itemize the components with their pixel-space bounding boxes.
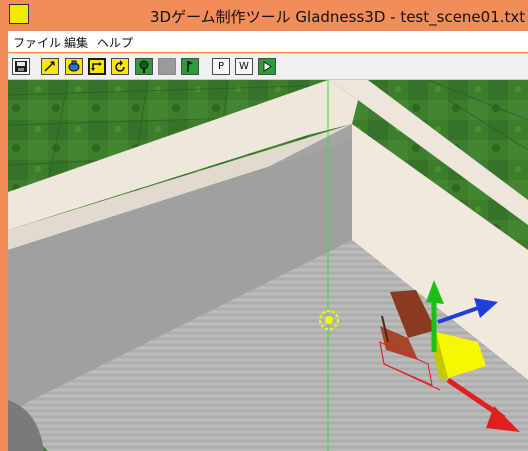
menu-edit[interactable]: 編集 xyxy=(64,34,88,51)
title-bar[interactable]: 3Dゲーム制作ツール Gladness3D - test_scene01.txt xyxy=(0,0,528,31)
rotate-icon xyxy=(112,59,128,74)
menu-bar: ファイル 編集 ヘルプ xyxy=(8,31,528,52)
window-title: 3Dゲーム制作ツール Gladness3D - test_scene01.txt xyxy=(150,8,526,26)
rotate-tool-button[interactable] xyxy=(111,58,129,75)
menu-help[interactable]: ヘルプ xyxy=(97,34,133,51)
save-button[interactable] xyxy=(12,58,30,75)
w-button[interactable]: W xyxy=(235,58,253,75)
tree-tool-button[interactable] xyxy=(135,58,153,75)
tree-icon xyxy=(136,59,152,74)
app-window: 3Dゲーム制作ツール Gladness3D - test_scene01.txt… xyxy=(0,0,528,451)
menu-file[interactable]: ファイル xyxy=(13,34,61,51)
block-tool-button[interactable] xyxy=(158,58,176,75)
p-button[interactable]: P xyxy=(212,58,230,75)
play-icon xyxy=(259,59,275,74)
object-icon xyxy=(66,59,82,74)
object-tool-button[interactable] xyxy=(65,58,83,75)
scene-render xyxy=(8,80,528,451)
p-label: P xyxy=(217,61,225,72)
move-tool-button[interactable] xyxy=(41,58,59,75)
gray-block-icon xyxy=(159,59,175,74)
scene-viewport[interactable] xyxy=(8,80,528,451)
flag-icon xyxy=(182,59,198,74)
flag-tool-button[interactable] xyxy=(181,58,199,75)
w-label: W xyxy=(239,61,249,72)
toolbar: P W xyxy=(8,53,528,80)
save-icon xyxy=(15,61,27,72)
app-icon[interactable] xyxy=(9,4,29,24)
move-arrow-icon xyxy=(42,59,58,74)
select-tool-button[interactable] xyxy=(88,58,106,75)
play-button[interactable] xyxy=(258,58,276,75)
move-select-icon xyxy=(90,60,104,73)
